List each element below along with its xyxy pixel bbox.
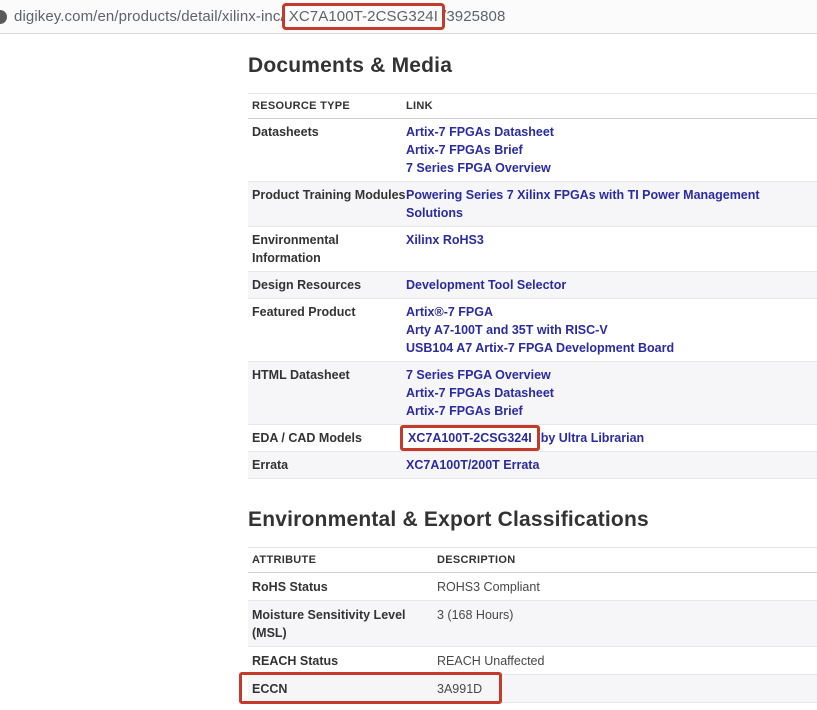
table-row-htsus: HTSUS 8542.39.0001	[248, 703, 817, 710]
row-label: RoHS Status	[252, 578, 437, 596]
table-row-reach-status: REACH Status REACH Unaffected	[248, 647, 817, 675]
table-row-msl: Moisture Sensitivity Level (MSL) 3 (168 …	[248, 601, 817, 647]
row-label: EDA / CAD Models	[252, 429, 406, 447]
table-row-rohs-status: RoHS Status ROHS3 Compliant	[248, 573, 817, 601]
link-ultra-librarian[interactable]: by Ultra Librarian	[541, 431, 645, 445]
documents-media-title: Documents & Media	[248, 53, 817, 79]
header-description: DESCRIPTION	[437, 553, 813, 567]
header-link: LINK	[406, 99, 813, 113]
link-usb104-a7[interactable]: USB104 A7 Artix-7 FPGA Development Board	[406, 339, 813, 357]
table-row-eccn: ECCN 3A991D	[248, 675, 817, 703]
page-content: Documents & Media RESOURCE TYPE LINK Dat…	[248, 53, 817, 710]
link-7series-overview[interactable]: 7 Series FPGA Overview	[406, 159, 813, 177]
row-label: Environmental Information	[252, 231, 406, 267]
link-7series-overview-html[interactable]: 7 Series FPGA Overview	[406, 366, 813, 384]
row-label: Errata	[252, 456, 406, 474]
reach-status-value: REACH Unaffected	[437, 652, 813, 670]
link-artix7-brief-html[interactable]: Artix-7 FPGAs Brief	[406, 402, 813, 420]
header-attribute: ATTRIBUTE	[252, 553, 437, 567]
table-row-design-resources: Design Resources Development Tool Select…	[248, 272, 817, 299]
table-row-datasheets: Datasheets Artix-7 FPGAs Datasheet Artix…	[248, 119, 817, 182]
environmental-table: ATTRIBUTE DESCRIPTION RoHS Status ROHS3 …	[248, 547, 817, 710]
environmental-title: Environmental & Export Classifications	[248, 507, 817, 533]
row-label: HTML Datasheet	[252, 366, 406, 420]
link-xilinx-rohs3[interactable]: Xilinx RoHS3	[406, 231, 813, 249]
url-prefix: digikey.com/en/products/detail/xilinx-in…	[14, 8, 280, 25]
row-label: Design Resources	[252, 276, 406, 294]
table-row-eda-cad-models: EDA / CAD Models XC7A100T-2CSG324I by Ult…	[248, 425, 817, 452]
url-bar[interactable]: digikey.com/en/products/detail/xilinx-in…	[0, 0, 817, 34]
link-artix7-brief[interactable]: Artix-7 FPGAs Brief	[406, 141, 813, 159]
row-label: Datasheets	[252, 123, 406, 177]
url-part-number: XC7A100T-2CSG324I	[289, 8, 438, 25]
site-info-icon[interactable]	[0, 10, 7, 24]
link-dev-tool-selector[interactable]: Development Tool Selector	[406, 276, 813, 294]
link-artix7-fpga[interactable]: Artix®-7 FPGA	[406, 303, 813, 321]
link-powering-series7[interactable]: Powering Series 7 Xilinx FPGAs with TI P…	[406, 186, 813, 222]
eccn-value: 3A991D	[437, 680, 813, 698]
link-arty-a7[interactable]: Arty A7-100T and 35T with RISC-V	[406, 321, 813, 339]
table-header-row: ATTRIBUTE DESCRIPTION	[248, 548, 817, 573]
rohs-status-value: ROHS3 Compliant	[437, 578, 813, 596]
link-artix7-datasheet-html[interactable]: Artix-7 FPGAs Datasheet	[406, 384, 813, 402]
annotation-box-eda-model: XC7A100T-2CSG324I	[400, 425, 540, 451]
header-resource-type: RESOURCE TYPE	[252, 99, 406, 113]
row-label: ECCN	[252, 680, 437, 698]
table-row-featured-product: Featured Product Artix®-7 FPGA Arty A7-1…	[248, 299, 817, 362]
url-suffix: 3925808	[446, 8, 505, 25]
row-label: Product Training Modules	[252, 186, 406, 222]
msl-value: 3 (168 Hours)	[437, 606, 813, 642]
table-header-row: RESOURCE TYPE LINK	[248, 94, 817, 119]
link-artix7-datasheet[interactable]: Artix-7 FPGAs Datasheet	[406, 123, 813, 141]
link-errata[interactable]: XC7A100T/200T Errata	[406, 456, 813, 474]
annotation-box-url: XC7A100T-2CSG324I	[282, 3, 445, 30]
table-row-html-datasheet: HTML Datasheet 7 Series FPGA Overview Ar…	[248, 362, 817, 425]
table-row-errata: Errata XC7A100T/200T Errata	[248, 452, 817, 479]
table-row-product-training: Product Training Modules Powering Series…	[248, 182, 817, 227]
table-row-environmental-info: Environmental Information Xilinx RoHS3	[248, 227, 817, 272]
row-label: Featured Product	[252, 303, 406, 357]
row-label: Moisture Sensitivity Level (MSL)	[252, 606, 437, 642]
link-eda-part-number[interactable]: XC7A100T-2CSG324I	[408, 431, 532, 445]
documents-media-table: RESOURCE TYPE LINK Datasheets Artix-7 FP…	[248, 93, 817, 479]
row-label: REACH Status	[252, 652, 437, 670]
